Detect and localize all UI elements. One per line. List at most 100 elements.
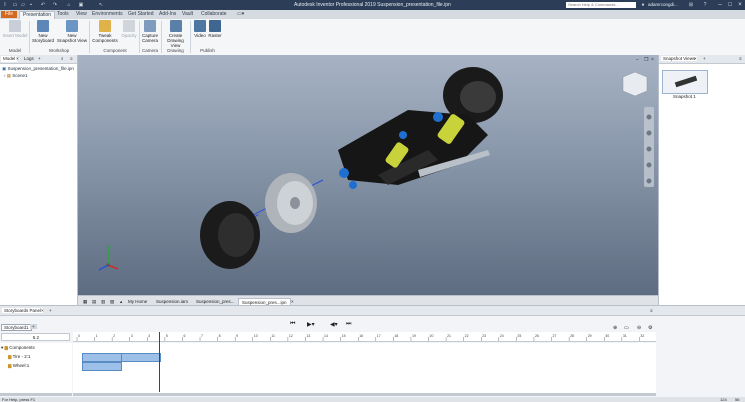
ruler-tick-label: 12 <box>289 334 293 338</box>
maximize-icon[interactable]: □ <box>726 1 734 9</box>
user-name[interactable]: adamrcongdi... <box>648 2 678 7</box>
search-input[interactable]: Search Help & Commands... <box>566 2 636 8</box>
go-to-end-icon[interactable]: ⏭ <box>346 321 351 328</box>
group-label-drawing: Drawing <box>167 48 184 53</box>
doc-tab-presentation-1[interactable]: Suspension_pres... <box>193 298 238 305</box>
raster-button[interactable]: Raster <box>208 20 222 38</box>
snapshot-thumbnail[interactable] <box>662 70 708 94</box>
snapshot-label[interactable]: Snapshot 1 <box>673 94 696 99</box>
tweak-action-bar[interactable] <box>82 353 122 362</box>
viewport-minimize-icon[interactable]: – <box>636 57 639 63</box>
tab-vault[interactable]: Vault <box>179 11 196 18</box>
tab-get-started[interactable]: Get Started <box>125 11 157 18</box>
split-icon[interactable]: ▧ <box>107 298 117 305</box>
viewport-close-icon[interactable]: × <box>651 57 654 63</box>
video-button[interactable]: Video <box>193 20 207 38</box>
tab-presentation[interactable]: Presentation <box>19 11 56 19</box>
select-mode-icon[interactable]: ↖ <box>98 2 104 8</box>
pan-icon[interactable] <box>646 130 652 136</box>
menu-icon[interactable]: ≡ <box>650 308 653 313</box>
tree-root[interactable]: ▣ Suspension_presentation_file.ipn <box>2 66 74 72</box>
zoom-icon[interactable] <box>646 146 652 152</box>
look-at-icon[interactable] <box>646 178 652 184</box>
minimize-icon[interactable]: – <box>716 1 724 9</box>
playhead[interactable] <box>159 332 160 392</box>
timeline-scrollbar[interactable] <box>73 393 656 396</box>
add-tab-icon[interactable]: + <box>49 308 52 313</box>
viewcube-icon[interactable] <box>622 71 648 97</box>
ribbon-panel: Insert Model New Storyboard New Snapshot… <box>0 19 745 56</box>
track-group-components[interactable]: ▾ ▆ Components <box>1 345 35 351</box>
play-reverse-icon[interactable]: ◀▾ <box>330 321 338 328</box>
current-time-field[interactable]: 5.2 <box>1 333 70 341</box>
add-tab-icon[interactable]: + <box>703 56 706 61</box>
cart-icon[interactable]: ⊞ <box>688 2 694 8</box>
tree-item-scene[interactable]: › ▦ Scene1 <box>4 73 28 79</box>
expand-icon[interactable]: › <box>4 73 6 78</box>
menu-icon[interactable]: ≡ <box>739 56 742 61</box>
close-icon[interactable]: × <box>736 1 744 9</box>
save-icon[interactable]: ▪ <box>28 2 34 8</box>
go-to-start-icon[interactable]: ⏮ <box>290 321 295 328</box>
tab-environments[interactable]: Environments <box>89 11 126 18</box>
tweak-action-bar[interactable] <box>121 353 161 362</box>
close-tab-icon[interactable]: × <box>288 298 297 305</box>
zoom-out-icon[interactable]: ⊖ <box>637 325 641 331</box>
search-icon[interactable]: ⌕ <box>59 56 66 62</box>
track-list: ▾ ▆ Components ▆ Tire - 2:1 ▆ Wheel:1 <box>0 343 72 395</box>
tab-tools[interactable]: Tools <box>54 11 72 18</box>
storyboard-panel-title[interactable]: Storyboards Panel <box>2 308 44 313</box>
tweak-components-button[interactable]: Tweak Components <box>91 20 119 43</box>
suspension-chassis <box>338 110 488 185</box>
opacity-label: Opacity <box>121 33 137 38</box>
zoom-in-icon[interactable]: ⊕ <box>613 325 617 331</box>
horizontal-scrollbar[interactable] <box>0 393 72 396</box>
camera-options-icon[interactable]: ▭▾ <box>234 11 247 18</box>
update-icon[interactable]: ▣ <box>78 2 84 8</box>
app-logo-icon[interactable]: I <box>2 2 8 8</box>
tab-view[interactable]: View <box>73 11 90 18</box>
track-tire[interactable]: ▆ Tire - 2:1 <box>8 354 30 360</box>
ruler-tick-label: 4 <box>148 334 150 338</box>
collapse-icon[interactable]: ▾ <box>1 345 3 350</box>
home-icon[interactable]: ⌂ <box>66 2 72 8</box>
doc-tab-assembly[interactable]: Suspension.iam <box>153 298 191 305</box>
track-wheel[interactable]: ▆ Wheel:1 <box>8 363 29 369</box>
close-icon[interactable]: × <box>14 56 21 62</box>
timeline-area[interactable] <box>73 332 656 395</box>
redo-icon[interactable]: ↷ <box>52 2 58 8</box>
opacity-button[interactable]: Opacity <box>119 20 139 38</box>
capture-camera-button[interactable]: Capture Camera <box>140 20 160 43</box>
open-file-icon[interactable]: ▱ <box>20 2 26 8</box>
snapshot-panel-title[interactable]: Snapshot Views <box>661 56 698 61</box>
fit-icon[interactable]: ▭ <box>624 325 629 331</box>
menu-icon[interactable]: ≡ <box>68 56 75 62</box>
insert-model-button[interactable]: Insert Model <box>2 20 28 38</box>
tab-add-ins[interactable]: Add-Ins <box>156 11 179 18</box>
play-icon[interactable]: ▶▾ <box>307 321 315 328</box>
viewport-restore-icon[interactable]: ❐ <box>644 57 648 63</box>
ruler-tick-label: 22 <box>465 334 469 338</box>
tab-storyboard[interactable]: Storyboard1 <box>1 324 32 331</box>
timeline-ruler[interactable]: 0 1 2 3 4 5 6 7 8 9 10 11 12 13 14 15 16 17 18 19 20 21 22 23 24… <box>73 332 656 342</box>
add-tab-icon[interactable]: + <box>36 56 43 62</box>
user-icon[interactable]: ● <box>640 2 646 8</box>
new-storyboard-button[interactable]: New Storyboard <box>31 20 55 43</box>
help-icon[interactable]: ? <box>702 2 708 8</box>
orbit-icon[interactable] <box>646 162 652 168</box>
steering-wheel-icon[interactable] <box>646 114 652 120</box>
tab-collaborate[interactable]: Collaborate <box>198 11 230 18</box>
tweak-action-bar[interactable] <box>82 362 122 371</box>
create-drawing-view-button[interactable]: Create Drawing View <box>162 20 189 48</box>
add-storyboard-icon[interactable]: + <box>30 324 37 329</box>
undo-icon[interactable]: ↶ <box>40 2 46 8</box>
close-icon[interactable]: × <box>41 308 44 313</box>
close-icon[interactable]: × <box>694 56 697 61</box>
new-file-icon[interactable]: ▭ <box>12 2 18 8</box>
new-snapshot-view-button[interactable]: New Snapshot View <box>57 20 87 43</box>
doc-tab-home[interactable]: My Home <box>125 298 150 305</box>
settings-icon[interactable]: ⚙ <box>648 325 652 331</box>
tab-logs[interactable]: Logs <box>22 56 36 62</box>
tab-file[interactable]: File <box>1 11 18 18</box>
graphics-viewport[interactable]: – ❐ × <box>78 55 658 295</box>
